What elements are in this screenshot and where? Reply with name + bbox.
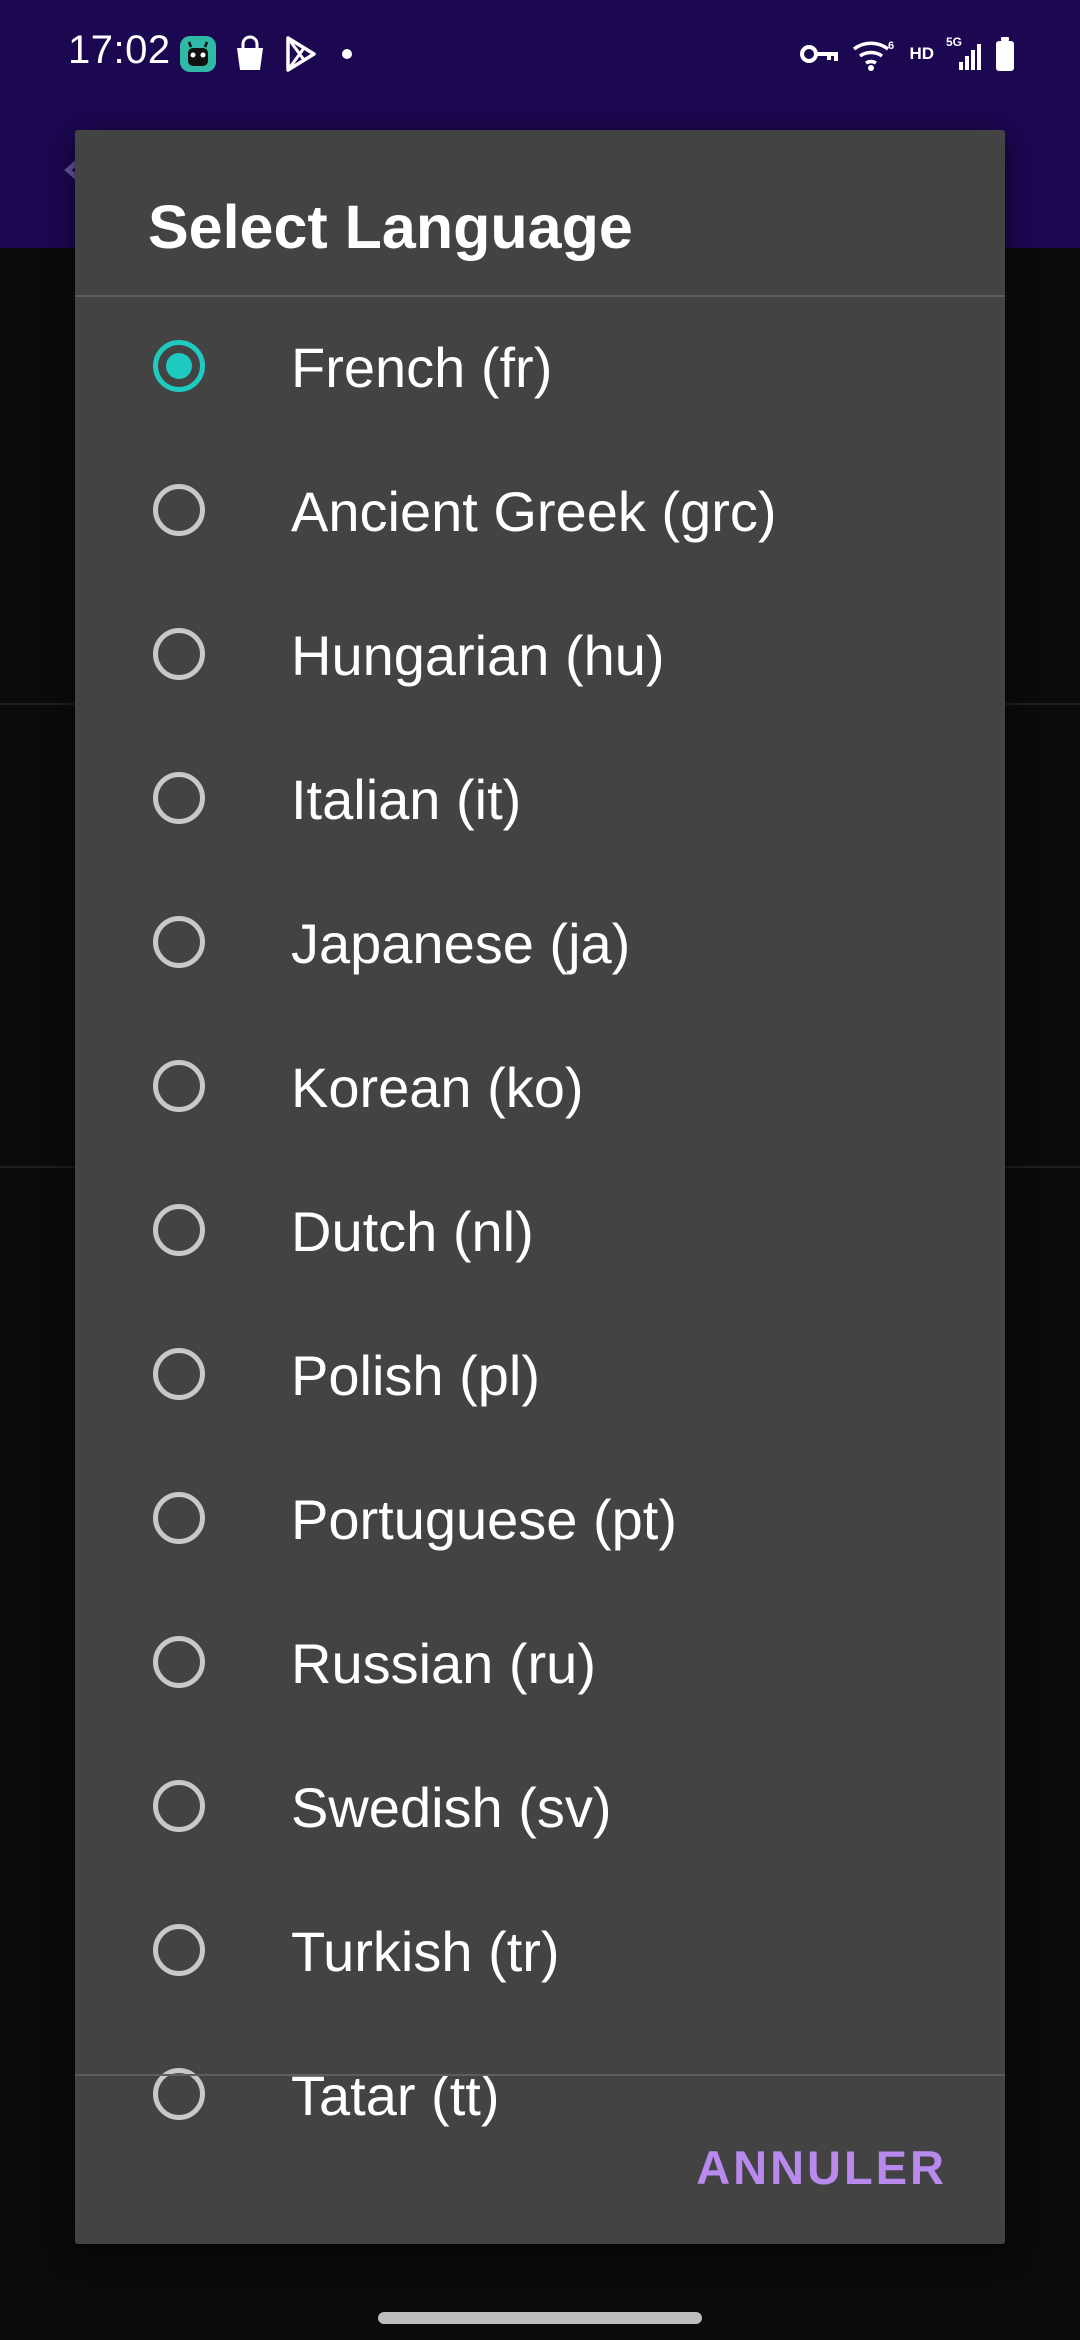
radio-button[interactable] — [153, 628, 205, 680]
hd-voice-icon: HD — [909, 44, 934, 63]
language-option-pl[interactable]: Polish (pl) — [75, 1305, 1005, 1449]
language-option-ru[interactable]: Russian (ru) — [75, 1593, 1005, 1737]
radio-button[interactable] — [153, 772, 205, 824]
language-option-tr[interactable]: Turkish (tr) — [75, 1881, 1005, 2025]
wifi-icon: 6 — [851, 35, 897, 73]
radio-button[interactable] — [153, 916, 205, 968]
language-option-ko[interactable]: Korean (ko) — [75, 1017, 1005, 1161]
option-label: Hungarian (hu) — [291, 624, 665, 687]
option-label: Polish (pl) — [291, 1344, 540, 1407]
radio-button[interactable] — [153, 1060, 205, 1112]
dialog-divider — [75, 2074, 1005, 2076]
language-option-fr[interactable]: French (fr) — [75, 297, 1005, 441]
android-app-icon — [178, 34, 218, 74]
signal-5g-icon: 5G — [946, 34, 982, 74]
language-dialog: Select Language French (fr) Ancient Gree… — [75, 130, 1005, 2244]
radio-button[interactable] — [153, 484, 205, 536]
gesture-nav-handle[interactable] — [378, 2312, 702, 2324]
option-label: French (fr) — [291, 336, 553, 399]
option-label: Tatar (tt) — [291, 2064, 500, 2127]
battery-icon — [994, 36, 1016, 72]
option-label: Japanese (ja) — [291, 912, 631, 975]
vpn-key-icon — [799, 39, 839, 69]
radio-button[interactable] — [153, 1204, 205, 1256]
option-label: Italian (it) — [291, 768, 522, 831]
option-label: Korean (ko) — [291, 1056, 584, 1119]
language-option-hu[interactable]: Hungarian (hu) — [75, 585, 1005, 729]
radio-button[interactable] — [153, 1924, 205, 1976]
status-right-icons: 6 HD 5G — [799, 32, 1016, 76]
radio-button[interactable] — [153, 1348, 205, 1400]
dialog-title: Select Language — [148, 193, 633, 261]
radio-button[interactable] — [153, 1492, 205, 1544]
radio-button-checked[interactable] — [153, 340, 205, 392]
option-label: Portuguese (pt) — [291, 1488, 677, 1551]
status-bar: 17:02 6 HD 5G — [0, 0, 1080, 108]
option-label: Ancient Greek (grc) — [291, 480, 777, 543]
option-label: Russian (ru) — [291, 1632, 596, 1695]
radio-button[interactable] — [153, 1636, 205, 1688]
language-option-grc[interactable]: Ancient Greek (grc) — [75, 441, 1005, 585]
language-option-ja[interactable]: Japanese (ja) — [75, 873, 1005, 1017]
status-time: 17:02 — [68, 28, 171, 72]
language-option-sv[interactable]: Swedish (sv) — [75, 1737, 1005, 1881]
option-label: Swedish (sv) — [291, 1776, 612, 1839]
notification-dot-icon — [332, 35, 362, 73]
network-type-label: 5G — [946, 35, 962, 49]
option-label: Dutch (nl) — [291, 1200, 534, 1263]
language-option-nl[interactable]: Dutch (nl) — [75, 1161, 1005, 1305]
language-option-list[interactable]: French (fr) Ancient Greek (grc) Hungaria… — [75, 297, 1005, 2205]
radio-button[interactable] — [153, 1780, 205, 1832]
status-left-icons — [178, 32, 362, 76]
option-label: Turkish (tr) — [291, 1920, 560, 1983]
play-store-icon — [282, 35, 318, 73]
language-option-pt[interactable]: Portuguese (pt) — [75, 1449, 1005, 1593]
screen: 17:02 6 HD 5G Select Language French (fr… — [0, 0, 1080, 2340]
svg-text:6: 6 — [888, 40, 894, 52]
cancel-button[interactable]: ANNULER — [696, 2140, 947, 2195]
language-option-it[interactable]: Italian (it) — [75, 729, 1005, 873]
shopping-bag-icon — [232, 35, 268, 73]
